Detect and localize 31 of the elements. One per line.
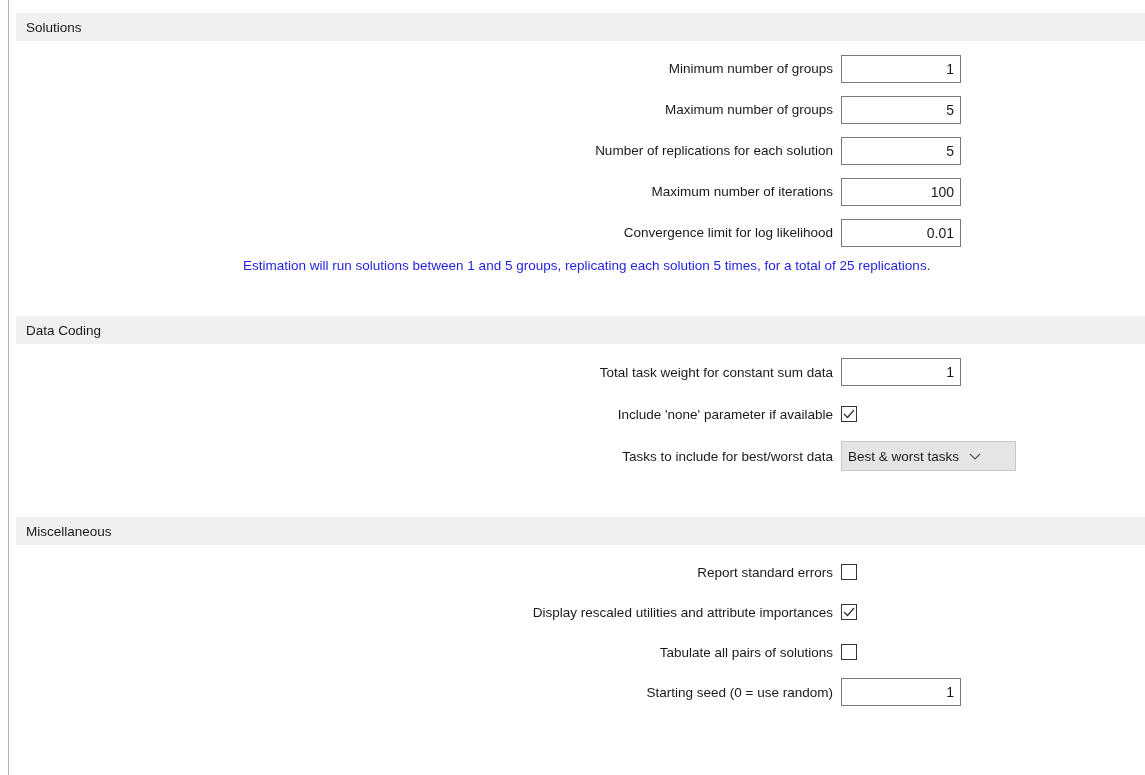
field-label: Maximum number of iterations xyxy=(650,184,834,199)
field-label: Total task weight for constant sum data xyxy=(598,364,834,380)
field-label: Number of replications for each solution xyxy=(594,143,834,158)
chevron-down-icon xyxy=(969,452,982,460)
section-header: Data Coding xyxy=(16,316,1145,344)
number-field[interactable]: 1 xyxy=(841,678,961,706)
number-field[interactable]: 100 xyxy=(841,177,961,206)
checkbox[interactable] xyxy=(841,644,857,660)
field-label: Convergence limit for log likelihood xyxy=(622,225,834,240)
field-label: Tabulate all pairs of solutions xyxy=(658,644,834,660)
number-field[interactable]: 0.01 xyxy=(841,218,961,247)
summary-note: Estimation will run solutions between 1 and 5 groups, replicating each solution 5 times, for a total of 25 replications. xyxy=(243,257,932,275)
section-header: Solutions xyxy=(16,13,1145,41)
number-field[interactable]: 1 xyxy=(841,358,961,386)
section-header: Miscellaneous xyxy=(16,517,1145,545)
field-label: Include 'none' parameter if available xyxy=(616,406,834,422)
number-field[interactable]: 1 xyxy=(841,54,961,83)
field-label: Tasks to include for best/worst data xyxy=(621,448,834,464)
field-label: Minimum number of groups xyxy=(667,61,834,76)
checkbox[interactable] xyxy=(841,564,857,580)
dropdown[interactable]: Best & worst tasks xyxy=(841,441,1016,471)
number-field[interactable]: 5 xyxy=(841,95,961,124)
checkbox[interactable] xyxy=(841,406,857,422)
field-label: Starting seed (0 = use random) xyxy=(645,684,834,700)
checkbox[interactable] xyxy=(841,604,857,620)
field-label: Maximum number of groups xyxy=(663,102,834,117)
field-label: Display rescaled utilities and attribute importances xyxy=(531,604,834,620)
check-icon xyxy=(843,409,855,419)
field-label: Report standard errors xyxy=(696,564,834,580)
number-field[interactable]: 5 xyxy=(841,136,961,165)
check-icon xyxy=(843,607,855,617)
